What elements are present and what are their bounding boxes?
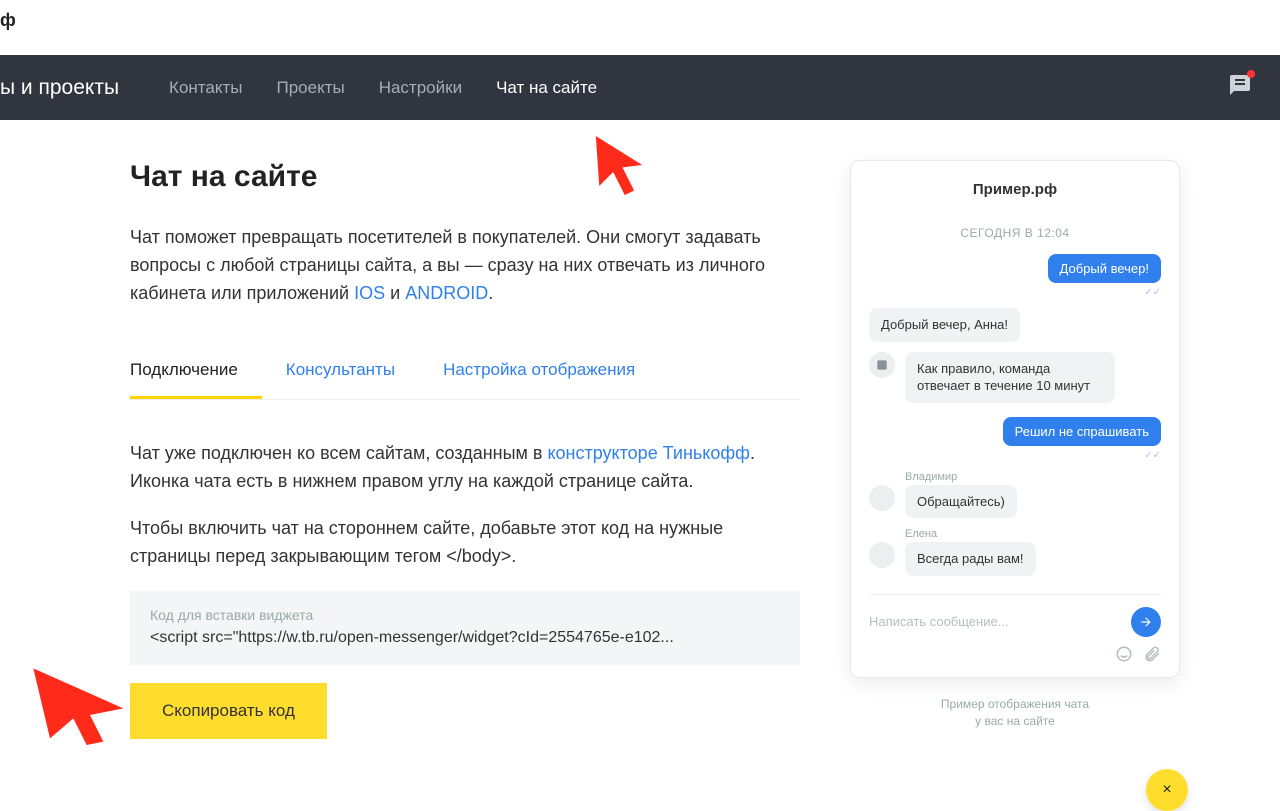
- message-input[interactable]: Написать сообщение...: [869, 614, 1131, 629]
- ios-link[interactable]: IOS: [354, 283, 385, 303]
- tab-consultants[interactable]: Консультанты: [286, 348, 419, 399]
- preview-caption: Пример отображения чатау вас на сайте: [850, 696, 1180, 730]
- nav-section-title: ы и проекты: [0, 76, 119, 100]
- msg-user-1: Добрый вечер!: [1048, 254, 1161, 283]
- preview-date: СЕГОДНЯ В 12:04: [869, 226, 1161, 240]
- agent2-avatar: [869, 542, 895, 568]
- copy-code-button[interactable]: Скопировать код: [130, 683, 327, 739]
- body-paragraph-1: Чат уже подключен ко всем сайтам, создан…: [130, 440, 800, 496]
- agent2-name: Елена: [905, 528, 1161, 540]
- domain-suffix: ф: [0, 10, 16, 30]
- annotation-cursor-bottom: [30, 655, 130, 745]
- send-button[interactable]: [1131, 607, 1161, 637]
- preview-input-row: Написать сообщение...: [869, 594, 1161, 637]
- nav-item-contacts[interactable]: Контакты: [169, 78, 242, 98]
- msg-user-2: Решил не спрашивать: [1003, 417, 1161, 446]
- constructor-link[interactable]: конструкторе Тинькофф: [547, 443, 750, 463]
- read-tick-icon: ✓✓: [1144, 287, 1161, 298]
- bot-avatar-icon: [869, 352, 895, 378]
- read-tick-icon: ✓✓: [1144, 450, 1161, 461]
- android-link[interactable]: ANDROID: [405, 283, 488, 303]
- msg-bot-2: Как правило, команда отвечает в течение …: [905, 352, 1115, 403]
- body-paragraph-2: Чтобы включить чат на стороннем сайте, д…: [130, 515, 800, 571]
- tab-display-settings[interactable]: Настройка отображения: [443, 348, 659, 399]
- nav-item-chat[interactable]: Чат на сайте: [496, 78, 597, 98]
- msg-bot-1: Добрый вечер, Анна!: [869, 308, 1020, 342]
- code-label: Код для вставки виджета: [150, 607, 780, 623]
- attachment-icon[interactable]: [1143, 645, 1161, 663]
- agent1-avatar: [869, 485, 895, 511]
- intro-paragraph: Чат поможет превращать посетителей в пок…: [130, 224, 800, 308]
- top-bar: ф: [0, 0, 1280, 55]
- nav-item-settings[interactable]: Настройки: [379, 78, 462, 98]
- notification-dot: [1247, 70, 1255, 78]
- emoji-icon[interactable]: [1115, 645, 1133, 663]
- embed-code-box: Код для вставки виджета <script src="htt…: [130, 591, 800, 665]
- msg-agent-2: Всегда рады вам!: [905, 542, 1036, 576]
- msg-agent-1: Обращайтесь): [905, 485, 1017, 519]
- page-title: Чат на сайте: [130, 160, 800, 194]
- code-content[interactable]: <script src="https://w.tb.ru/open-messen…: [150, 629, 780, 647]
- preview-site-title: Пример.рф: [869, 181, 1161, 198]
- nav-item-projects[interactable]: Проекты: [276, 78, 344, 98]
- annotation-cursor-top: [590, 130, 648, 200]
- chat-notification-icon[interactable]: [1228, 73, 1252, 97]
- content-tabs: Подключение Консультанты Настройка отобр…: [130, 348, 800, 400]
- chat-fab-close[interactable]: ×: [1146, 769, 1188, 811]
- main-nav: ы и проекты Контакты Проекты Настройки Ч…: [0, 55, 1280, 120]
- tab-connection[interactable]: Подключение: [130, 348, 262, 399]
- agent1-name: Владимир: [905, 471, 1161, 483]
- chat-preview-card: Пример.рф СЕГОДНЯ В 12:04 Добрый вечер! …: [850, 160, 1180, 678]
